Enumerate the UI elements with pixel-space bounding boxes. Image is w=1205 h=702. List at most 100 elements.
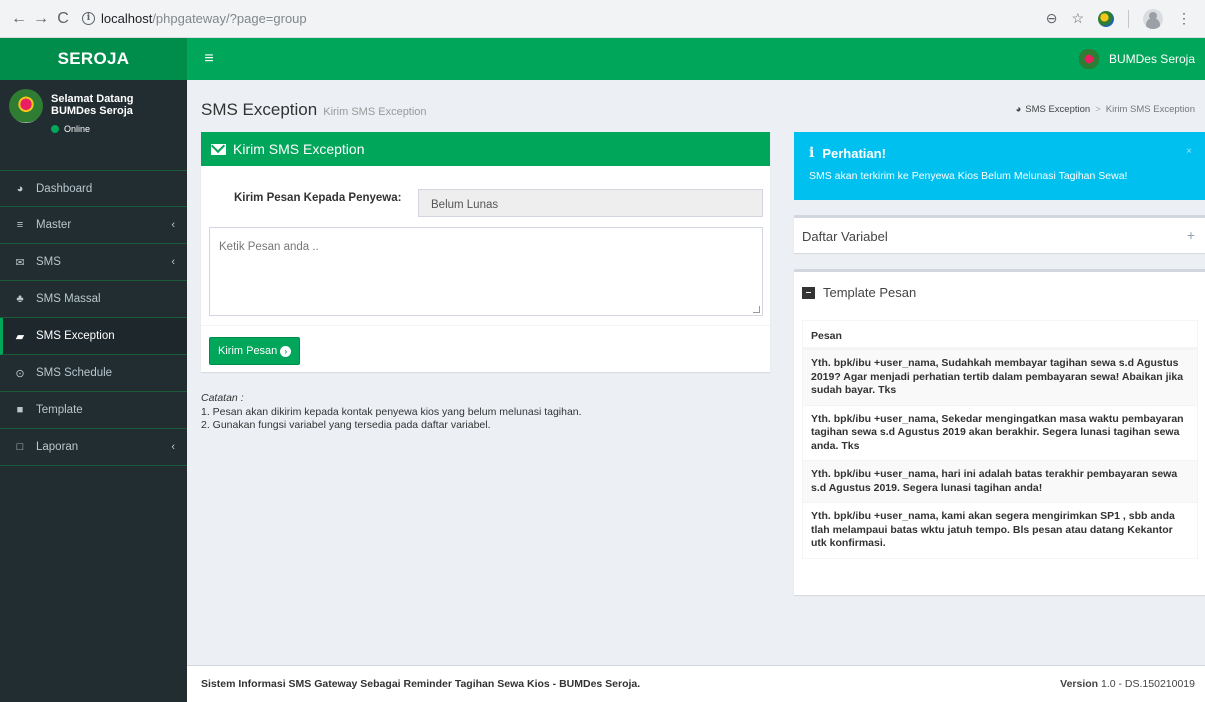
main-header: SEROJA ≡ BUMDes Seroja bbox=[0, 38, 1205, 80]
table-row[interactable]: Yth. bpk/ibu +user_nama, Sudahkah membay… bbox=[803, 349, 1197, 405]
address-bar[interactable]: i localhost/phpgateway/?page=group bbox=[82, 11, 307, 26]
site-info-icon[interactable]: i bbox=[82, 12, 95, 25]
sidebar-menu: ◕ Dashboard ≡ Master ‹ ✉ SMS ‹ ♣ SMS Mas… bbox=[0, 170, 187, 466]
sidebar-item-label: Dashboard bbox=[36, 182, 93, 195]
template-box-title: Template Pesan bbox=[823, 285, 917, 300]
breadcrumb: ◕ SMS Exception > Kirim SMS Exception bbox=[1016, 104, 1196, 115]
warning-callout: i Perhatian! SMS akan terkirim ke Penyew… bbox=[794, 132, 1205, 200]
table-row[interactable]: Yth. bpk/ibu +user_nama, hari ini adalah… bbox=[803, 460, 1197, 502]
breadcrumb-separator: > bbox=[1095, 104, 1101, 115]
breadcrumb-current: Kirim SMS Exception bbox=[1105, 104, 1195, 115]
bars-icon: ≡ bbox=[16, 219, 24, 231]
toolbar-divider bbox=[1128, 9, 1129, 28]
chevron-left-icon: ‹ bbox=[171, 441, 175, 453]
version-label: Version bbox=[1060, 678, 1099, 690]
bookmark-star-icon[interactable]: ☆ bbox=[1071, 10, 1084, 27]
online-label: Online bbox=[64, 124, 91, 134]
chevron-left-icon: ‹ bbox=[171, 219, 175, 231]
content-header: SMS Exception Kirim SMS Exception bbox=[201, 100, 427, 120]
sidebar: Selamat Datang BUMDes Seroja Online ◕ Da… bbox=[0, 80, 187, 702]
template-box: Template Pesan Pesan Yth. bpk/ibu +user_… bbox=[794, 269, 1205, 595]
folder-icon: □ bbox=[16, 441, 24, 453]
table-row[interactable]: Yth. bpk/ibu +user_nama, Sekedar menging… bbox=[803, 404, 1197, 461]
notes-line-1: 1. Pesan akan dikirim kepada kontak peny… bbox=[201, 405, 582, 418]
welcome-line-1: Selamat Datang bbox=[51, 93, 134, 105]
footer-text: Sistem Informasi SMS Gateway Sebagai Rem… bbox=[201, 678, 641, 690]
app-logo[interactable]: SEROJA bbox=[0, 38, 187, 80]
sidebar-item-sms-schedule[interactable]: ⊙ SMS Schedule bbox=[0, 355, 187, 392]
envelope-icon: ✉ bbox=[15, 256, 25, 269]
envelope-icon bbox=[211, 143, 226, 155]
info-icon: i bbox=[809, 145, 815, 161]
template-box-header: Template Pesan bbox=[802, 285, 916, 300]
version-value: 1.0 - DS.150210019 bbox=[1101, 678, 1195, 690]
page-subtitle: Kirim SMS Exception bbox=[323, 106, 427, 118]
variables-box-title: Daftar Variabel bbox=[802, 229, 888, 244]
reload-icon[interactable]: C bbox=[52, 10, 74, 28]
message-textarea[interactable]: Ketik Pesan anda .. bbox=[209, 227, 763, 316]
sidebar-item-sms-exception[interactable]: ▰ SMS Exception bbox=[0, 318, 187, 355]
user-avatar bbox=[9, 89, 43, 123]
sidebar-item-label: SMS bbox=[36, 256, 61, 268]
sidebar-item-label: SMS Exception bbox=[36, 330, 115, 342]
users-icon: ♣ bbox=[16, 293, 24, 305]
sidebar-item-label: SMS Massal bbox=[36, 293, 101, 305]
user-avatar-small bbox=[1078, 49, 1099, 69]
send-message-button[interactable]: Kirim Pesan › bbox=[209, 337, 301, 365]
page-title: SMS Exception bbox=[201, 100, 318, 119]
callout-title: Perhatian! bbox=[822, 145, 886, 161]
recipient-label: Kirim Pesan Kepada Penyewa: bbox=[234, 192, 402, 204]
sidebar-toggle-icon[interactable]: ≡ bbox=[189, 38, 229, 80]
send-sms-box: Kirim SMS Exception Kirim Pesan Kepada P… bbox=[201, 132, 770, 372]
notes: Catatan : 1. Pesan akan dikirim kepada k… bbox=[201, 392, 582, 433]
profile-avatar-icon[interactable] bbox=[1143, 8, 1163, 29]
browser-toolbar: ← → C i localhost/phpgateway/?page=group… bbox=[0, 0, 1205, 38]
table-row[interactable]: Yth. bpk/ibu +user_nama, kami akan seger… bbox=[803, 502, 1197, 558]
online-status: Online bbox=[51, 124, 90, 134]
browser-menu-icon[interactable]: ⋮ bbox=[1177, 10, 1191, 27]
footer-version: Version 1.0 - DS.150210019 bbox=[1060, 678, 1195, 690]
extension-icon[interactable] bbox=[1098, 10, 1114, 27]
user-panel: Selamat Datang BUMDes Seroja Online bbox=[0, 80, 187, 170]
sidebar-item-master[interactable]: ≡ Master ‹ bbox=[0, 207, 187, 244]
sidebar-item-template[interactable]: ■ Template bbox=[0, 392, 187, 429]
expand-plus-icon[interactable]: + bbox=[1187, 227, 1195, 243]
sidebar-item-label: SMS Schedule bbox=[36, 367, 113, 379]
welcome-line-2: BUMDes Seroja bbox=[51, 105, 133, 117]
message-placeholder: Ketik Pesan anda .. bbox=[219, 241, 319, 253]
close-icon[interactable]: × bbox=[1186, 146, 1192, 157]
url-host: localhost bbox=[101, 11, 153, 26]
sidebar-item-laporan[interactable]: □ Laporan ‹ bbox=[0, 429, 187, 466]
dashboard-icon: ◕ bbox=[16, 182, 24, 195]
zoom-icon[interactable]: ⊖ bbox=[1046, 10, 1058, 27]
archive-icon bbox=[802, 286, 815, 299]
callout-message: SMS akan terkirim ke Penyewa Kios Belum … bbox=[809, 170, 1128, 182]
send-button-label: Kirim Pesan bbox=[218, 345, 278, 357]
notes-title: Catatan : bbox=[201, 392, 244, 404]
sidebar-item-label: Template bbox=[36, 404, 83, 416]
template-table: Pesan Yth. bpk/ibu +user_nama, Sudahkah … bbox=[802, 320, 1198, 559]
clock-icon: ⊙ bbox=[15, 367, 25, 380]
send-sms-box-title: Kirim SMS Exception bbox=[233, 141, 365, 157]
breadcrumb-home[interactable]: SMS Exception bbox=[1025, 104, 1090, 115]
url-path: /phpgateway/?page=group bbox=[152, 11, 307, 26]
sidebar-item-label: Laporan bbox=[36, 441, 79, 453]
sidebar-item-sms-massal[interactable]: ♣ SMS Massal bbox=[0, 281, 187, 318]
variables-box: Daftar Variabel + bbox=[794, 215, 1205, 253]
back-arrow-icon[interactable]: ← bbox=[8, 10, 30, 28]
callout-heading: i Perhatian! bbox=[809, 145, 1191, 161]
forward-arrow-icon[interactable]: → bbox=[30, 10, 52, 28]
sidebar-item-dashboard[interactable]: ◕ Dashboard bbox=[0, 170, 187, 207]
send-sms-box-header: Kirim SMS Exception bbox=[201, 132, 770, 166]
chevron-left-icon: ‹ bbox=[171, 256, 175, 268]
content-wrapper: SMS Exception Kirim SMS Exception ◕ SMS … bbox=[187, 80, 1205, 665]
sidebar-item-sms[interactable]: ✉ SMS ‹ bbox=[0, 244, 187, 281]
book-icon: ▰ bbox=[15, 330, 25, 343]
notes-line-2: 2. Gunakan fungsi variabel yang tersedia… bbox=[201, 419, 491, 431]
resize-handle-icon[interactable] bbox=[753, 306, 760, 313]
table-header-pesan: Pesan bbox=[803, 321, 1197, 349]
welcome-text: Selamat Datang BUMDes Seroja bbox=[51, 93, 134, 117]
user-menu[interactable]: BUMDes Seroja bbox=[1078, 38, 1195, 80]
online-dot-icon bbox=[51, 125, 59, 133]
sidebar-item-label: Master bbox=[36, 219, 72, 231]
